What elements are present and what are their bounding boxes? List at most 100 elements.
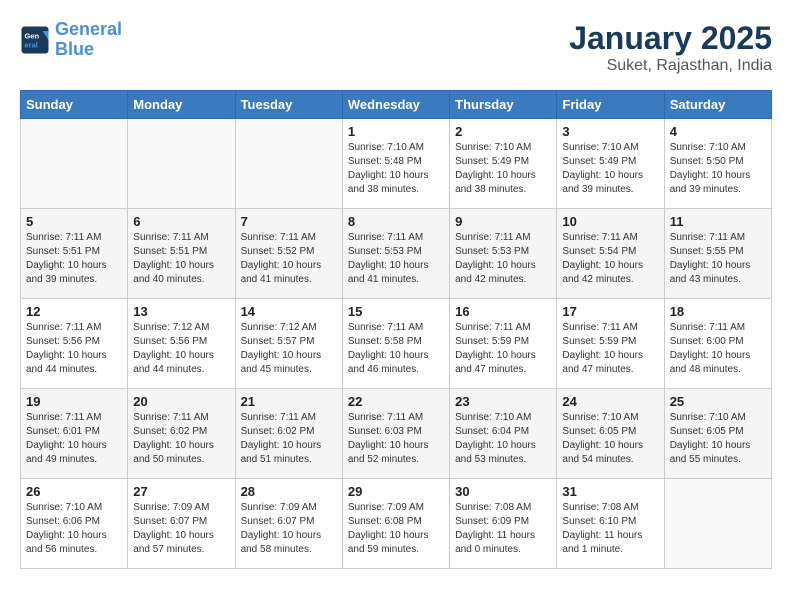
calendar-cell: 16 Sunrise: 7:11 AM Sunset: 5:59 PM Dayli…: [450, 299, 557, 389]
day-info: Sunrise: 7:10 AM Sunset: 5:48 PM Dayligh…: [348, 141, 444, 197]
calendar-cell: 7Sunrise: 7:11 AM Sunset: 5:52 PM Daylig…: [235, 209, 342, 299]
calendar-cell: 11 Sunrise: 7:11 AM Sunset: 5:55 PM Dayli…: [664, 209, 771, 299]
logo-text: GeneralBlue: [55, 20, 122, 60]
day-info: Sunrise: 7:11 AM Sunset: 6:02 PM Dayligh…: [241, 411, 337, 467]
calendar-week-row: 5Sunrise: 7:11 AM Sunset: 5:51 PM Daylig…: [21, 209, 772, 299]
calendar-cell: 14 Sunrise: 7:12 AM Sunset: 5:57 PM Dayli…: [235, 299, 342, 389]
calendar-week-row: 12Sunrise: 7:11 AM Sunset: 5:56 PM Dayli…: [21, 299, 772, 389]
day-number: 23: [455, 394, 551, 409]
day-number: 7: [241, 214, 337, 229]
day-number: 8: [348, 214, 444, 229]
day-info: Sunrise: 7:11 AM Sunset: 5:59 PM Dayligh…: [455, 321, 551, 377]
day-number: 3: [562, 124, 658, 139]
svg-text:eral: eral: [25, 40, 38, 49]
calendar-header-row: SundayMondayTuesdayWednesdayThursdayFrid…: [21, 91, 772, 119]
day-number: 4: [670, 124, 766, 139]
day-info: Sunrise: 7:10 AM Sunset: 5:50 PM Dayligh…: [670, 141, 766, 197]
day-number: 14: [241, 304, 337, 319]
day-info: Sunrise: 7:09 AM Sunset: 6:07 PM Dayligh…: [133, 501, 229, 557]
day-info: Sunrise: 7:08 AM Sunset: 6:10 PM Dayligh…: [562, 501, 658, 557]
day-info: Sunrise: 7:11 AM Sunset: 6:02 PM Dayligh…: [133, 411, 229, 467]
day-info: Sunrise: 7:12 AM Sunset: 5:57 PM Dayligh…: [241, 321, 337, 377]
day-number: 27: [133, 484, 229, 499]
day-number: 19: [26, 394, 122, 409]
day-info: Sunrise: 7:10 AM Sunset: 5:49 PM Dayligh…: [562, 141, 658, 197]
calendar-cell: 17 Sunrise: 7:11 AM Sunset: 5:59 PM Dayli…: [557, 299, 664, 389]
calendar-cell: 8 Sunrise: 7:11 AM Sunset: 5:53 PM Daylig…: [342, 209, 449, 299]
svg-text:Gen: Gen: [25, 31, 40, 40]
day-number: 9: [455, 214, 551, 229]
day-info: Sunrise: 7:11 AM Sunset: 5:56 PM Dayligh…: [26, 321, 122, 377]
calendar-cell: 20 Sunrise: 7:11 AM Sunset: 6:02 PM Dayli…: [128, 389, 235, 479]
day-number: 10: [562, 214, 658, 229]
day-info: Sunrise: 7:10 AM Sunset: 6:05 PM Dayligh…: [562, 411, 658, 467]
calendar-cell: 6 Sunrise: 7:11 AM Sunset: 5:51 PM Daylig…: [128, 209, 235, 299]
day-info: Sunrise: 7:11 AM Sunset: 5:54 PM Dayligh…: [562, 231, 658, 287]
day-info: Sunrise: 7:11 AM Sunset: 5:59 PM Dayligh…: [562, 321, 658, 377]
calendar-subtitle: Suket, Rajasthan, India: [569, 57, 772, 75]
calendar-cell: 21 Sunrise: 7:11 AM Sunset: 6:02 PM Dayli…: [235, 389, 342, 479]
day-number: 28: [241, 484, 337, 499]
day-number: 26: [26, 484, 122, 499]
day-info: Sunrise: 7:11 AM Sunset: 5:51 PM Dayligh…: [26, 231, 122, 287]
day-info: Sunrise: 7:11 AM Sunset: 5:58 PM Dayligh…: [348, 321, 444, 377]
calendar-cell: [128, 119, 235, 209]
day-number: 1: [348, 124, 444, 139]
title-block: January 2025 Suket, Rajasthan, India: [569, 20, 772, 75]
day-header: Thursday: [450, 91, 557, 119]
day-number: 24: [562, 394, 658, 409]
day-number: 13: [133, 304, 229, 319]
day-number: 20: [133, 394, 229, 409]
day-header: Sunday: [21, 91, 128, 119]
day-header: Friday: [557, 91, 664, 119]
calendar-cell: 2Sunrise: 7:10 AM Sunset: 5:49 PM Daylig…: [450, 119, 557, 209]
day-number: 6: [133, 214, 229, 229]
calendar-cell: [235, 119, 342, 209]
day-header: Tuesday: [235, 91, 342, 119]
calendar-cell: 9 Sunrise: 7:11 AM Sunset: 5:53 PM Daylig…: [450, 209, 557, 299]
calendar-cell: 19 Sunrise: 7:11 AM Sunset: 6:01 PM Dayli…: [21, 389, 128, 479]
day-number: 11: [670, 214, 766, 229]
calendar-cell: 10 Sunrise: 7:11 AM Sunset: 5:54 PM Dayli…: [557, 209, 664, 299]
day-info: Sunrise: 7:10 AM Sunset: 6:06 PM Dayligh…: [26, 501, 122, 557]
day-info: Sunrise: 7:08 AM Sunset: 6:09 PM Dayligh…: [455, 501, 551, 557]
logo: Gen eral GeneralBlue: [20, 20, 122, 60]
calendar-cell: 5Sunrise: 7:11 AM Sunset: 5:51 PM Daylig…: [21, 209, 128, 299]
day-header: Saturday: [664, 91, 771, 119]
day-header: Wednesday: [342, 91, 449, 119]
day-info: Sunrise: 7:11 AM Sunset: 6:01 PM Dayligh…: [26, 411, 122, 467]
day-info: Sunrise: 7:11 AM Sunset: 5:53 PM Dayligh…: [455, 231, 551, 287]
day-number: 18: [670, 304, 766, 319]
day-info: Sunrise: 7:09 AM Sunset: 6:07 PM Dayligh…: [241, 501, 337, 557]
day-number: 17: [562, 304, 658, 319]
day-info: Sunrise: 7:11 AM Sunset: 5:55 PM Dayligh…: [670, 231, 766, 287]
calendar-cell: 4 Sunrise: 7:10 AM Sunset: 5:50 PM Daylig…: [664, 119, 771, 209]
day-number: 15: [348, 304, 444, 319]
calendar-cell: 30Sunrise: 7:08 AM Sunset: 6:09 PM Dayli…: [450, 479, 557, 569]
calendar-cell: [21, 119, 128, 209]
day-info: Sunrise: 7:10 AM Sunset: 6:05 PM Dayligh…: [670, 411, 766, 467]
day-number: 22: [348, 394, 444, 409]
day-info: Sunrise: 7:11 AM Sunset: 6:03 PM Dayligh…: [348, 411, 444, 467]
calendar-cell: 25Sunrise: 7:10 AM Sunset: 6:05 PM Dayli…: [664, 389, 771, 479]
calendar-cell: 24 Sunrise: 7:10 AM Sunset: 6:05 PM Dayli…: [557, 389, 664, 479]
calendar-cell: 1 Sunrise: 7:10 AM Sunset: 5:48 PM Daylig…: [342, 119, 449, 209]
day-number: 16: [455, 304, 551, 319]
calendar-cell: 27 Sunrise: 7:09 AM Sunset: 6:07 PM Dayli…: [128, 479, 235, 569]
calendar-week-row: 26 Sunrise: 7:10 AM Sunset: 6:06 PM Dayli…: [21, 479, 772, 569]
day-info: Sunrise: 7:11 AM Sunset: 5:53 PM Dayligh…: [348, 231, 444, 287]
day-header: Monday: [128, 91, 235, 119]
day-info: Sunrise: 7:11 AM Sunset: 5:51 PM Dayligh…: [133, 231, 229, 287]
logo-icon: Gen eral: [20, 25, 50, 55]
calendar-cell: 22 Sunrise: 7:11 AM Sunset: 6:03 PM Dayli…: [342, 389, 449, 479]
calendar-cell: 12Sunrise: 7:11 AM Sunset: 5:56 PM Dayli…: [21, 299, 128, 389]
day-number: 21: [241, 394, 337, 409]
calendar-body: 1 Sunrise: 7:10 AM Sunset: 5:48 PM Daylig…: [21, 119, 772, 569]
calendar-cell: 18Sunrise: 7:11 AM Sunset: 6:00 PM Dayli…: [664, 299, 771, 389]
calendar-cell: 31Sunrise: 7:08 AM Sunset: 6:10 PM Dayli…: [557, 479, 664, 569]
page-header: Gen eral GeneralBlue January 2025 Suket,…: [20, 20, 772, 75]
calendar-cell: 28 Sunrise: 7:09 AM Sunset: 6:07 PM Dayli…: [235, 479, 342, 569]
day-number: 2: [455, 124, 551, 139]
day-info: Sunrise: 7:12 AM Sunset: 5:56 PM Dayligh…: [133, 321, 229, 377]
calendar-week-row: 19 Sunrise: 7:11 AM Sunset: 6:01 PM Dayli…: [21, 389, 772, 479]
